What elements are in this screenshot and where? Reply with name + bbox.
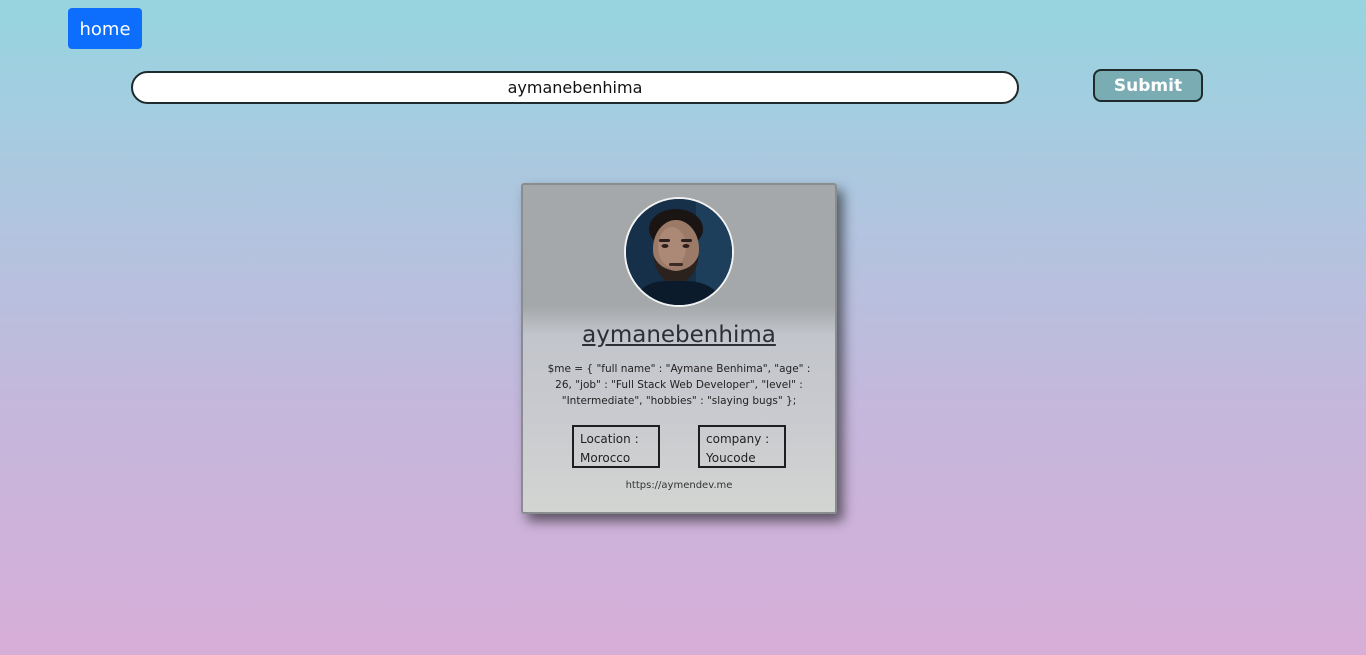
- company-label: company :: [706, 432, 770, 446]
- submit-button[interactable]: Submit: [1093, 69, 1203, 102]
- profile-card: aymanebenhima $me = { "full name" : "Aym…: [521, 183, 837, 514]
- company-box: company : Youcode: [698, 425, 786, 468]
- location-box: Location : Morocco: [572, 425, 660, 468]
- search-input[interactable]: [131, 71, 1019, 104]
- home-button[interactable]: home: [68, 8, 142, 49]
- user-avatar-icon: [626, 199, 732, 305]
- location-label: Location :: [580, 432, 639, 446]
- blog-link[interactable]: https://aymendev.me: [523, 480, 835, 491]
- company-value: Youcode: [706, 451, 756, 465]
- profile-username[interactable]: aymanebenhima: [523, 322, 835, 348]
- avatar: [624, 197, 734, 307]
- location-value: Morocco: [580, 451, 631, 465]
- profile-bio: $me = { "full name" : "Aymane Benhima", …: [547, 363, 811, 407]
